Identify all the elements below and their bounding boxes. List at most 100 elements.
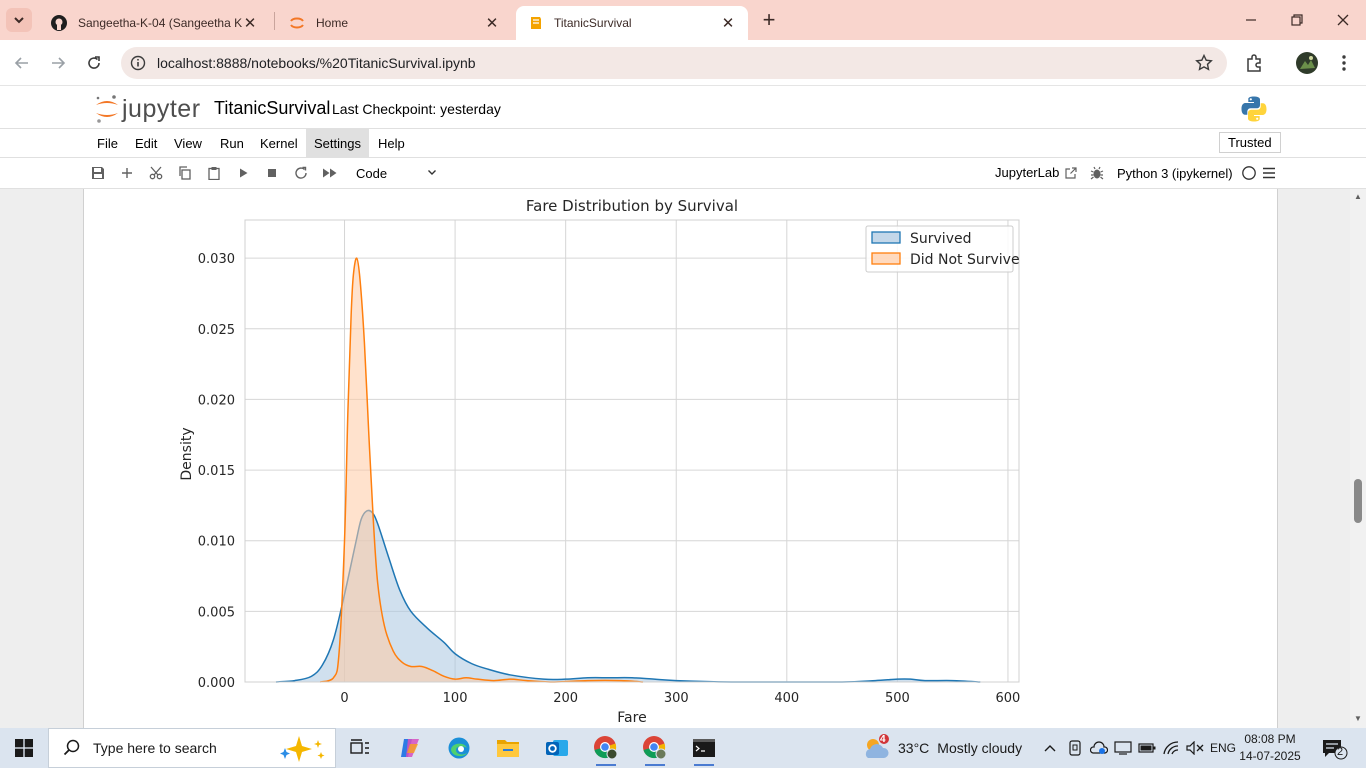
close-icon[interactable]: ✕ (242, 15, 258, 32)
paste-button[interactable] (205, 164, 223, 182)
taskbar-app-outlook[interactable] (537, 732, 577, 764)
plus-icon (122, 168, 132, 178)
menu-settings[interactable]: Settings (306, 129, 369, 157)
jupyter-icon (290, 17, 304, 29)
close-icon[interactable]: ✕ (484, 15, 500, 32)
chart-title: Fare Distribution by Survival (526, 197, 738, 215)
tray-display[interactable] (1112, 728, 1134, 768)
taskbar-clock[interactable]: 08:08 PM 14-07-2025 (1238, 731, 1302, 765)
run-button[interactable] (234, 164, 252, 182)
restore-icon (1291, 14, 1303, 26)
browser-menu-button[interactable] (1331, 50, 1357, 76)
scroll-thumb[interactable] (1354, 479, 1362, 523)
trusted-indicator[interactable]: Trusted (1219, 132, 1281, 153)
y-tick-label: 0.000 (198, 676, 235, 691)
y-tick-label: 0.020 (198, 393, 235, 408)
menu-edit[interactable]: Edit (127, 129, 165, 157)
legend-swatch-survived (871, 231, 901, 244)
chrome-icon (643, 736, 667, 760)
insert-cell-button[interactable] (118, 164, 136, 182)
extensions-button[interactable] (1241, 50, 1267, 76)
tray-battery[interactable] (1136, 728, 1158, 768)
cell-type-select[interactable]: Code (350, 162, 442, 184)
tab-separator (274, 12, 275, 30)
menu-view[interactable]: View (166, 129, 210, 157)
menu-file[interactable]: File (89, 129, 126, 157)
tray-network[interactable] (1160, 728, 1182, 768)
taskbar-app-copilot[interactable] (390, 732, 430, 764)
interrupt-button[interactable] (263, 164, 281, 182)
notebook-area: 0 100 200 300 400 500 600 0.000 0.005 0.010 0.015 0… (0, 189, 1366, 728)
close-icon[interactable]: ✕ (720, 15, 736, 32)
avatar-icon (1296, 52, 1318, 74)
cloudy-weather-icon (865, 734, 889, 758)
toolbar-menu-button[interactable] (1260, 164, 1278, 182)
restore-button[interactable] (1274, 0, 1320, 40)
taskbar-app-file-explorer[interactable] (488, 732, 528, 764)
search-placeholder: Type here to search (93, 740, 217, 756)
notebook-title[interactable]: TitanicSurvival (214, 98, 330, 119)
minimize-button[interactable] (1228, 0, 1274, 40)
info-icon[interactable] (129, 54, 147, 72)
scroll-up-icon[interactable]: ▲ (1354, 193, 1362, 201)
taskbar-app-chrome-profile-2[interactable] (635, 732, 675, 766)
task-view-button[interactable] (340, 732, 380, 764)
close-icon (1337, 14, 1349, 26)
back-button[interactable] (8, 49, 36, 77)
jupyter-logo-icon (96, 95, 118, 123)
forward-button[interactable] (44, 49, 72, 77)
jupyter-logo[interactable]: jupyter (94, 94, 201, 124)
new-tab-button[interactable]: + (758, 7, 780, 32)
show-hidden-icons-button[interactable] (1040, 728, 1060, 768)
taskbar-app-terminal[interactable] (684, 732, 724, 766)
browser-tab-github[interactable]: Sangeetha-K-04 (Sangeetha K) ✕ (38, 6, 270, 40)
menu-run[interactable]: Run (212, 129, 252, 157)
save-button[interactable] (89, 164, 107, 182)
hamburger-icon (1263, 167, 1275, 179)
y-tick-label: 0.030 (198, 252, 235, 267)
kernel-status[interactable]: Python 3 (ipykernel) (1117, 165, 1257, 181)
last-checkpoint: Last Checkpoint: yesterday (332, 101, 501, 117)
device-icon (1069, 740, 1081, 756)
menu-help[interactable]: Help (370, 129, 413, 157)
jupyterlab-label: JupyterLab (995, 165, 1060, 180)
page-scrollbar[interactable]: ▲ ▼ (1350, 189, 1366, 728)
tray-onedrive[interactable] (1088, 728, 1110, 768)
browser-tab-home[interactable]: Home ✕ (276, 6, 512, 40)
scroll-down-icon[interactable]: ▼ (1354, 715, 1362, 723)
reload-button[interactable] (80, 49, 108, 77)
restart-run-all-button[interactable] (321, 164, 339, 182)
x-tick-label: 600 (996, 691, 1021, 706)
profile-avatar[interactable] (1294, 50, 1320, 76)
x-tick-label: 200 (553, 691, 578, 706)
start-button[interactable] (0, 728, 48, 768)
folder-icon (497, 740, 519, 757)
minimize-icon (1246, 19, 1256, 21)
url-text: localhost:8888/notebooks/%20TitanicSurvi… (157, 55, 476, 71)
tab-search-button[interactable] (6, 8, 32, 32)
y-tick-label: 0.005 (198, 605, 235, 620)
clock-date: 14-07-2025 (1239, 749, 1301, 763)
cloud-info-icon (1090, 741, 1108, 754)
taskbar-app-edge[interactable] (439, 732, 479, 764)
bookmark-star-icon[interactable] (1195, 53, 1213, 77)
taskbar-search[interactable]: Type here to search (48, 728, 336, 768)
kernel-idle-circle-icon (1241, 166, 1256, 180)
battery-icon (1138, 743, 1156, 753)
tray-volume[interactable] (1184, 728, 1206, 768)
weather-widget[interactable]: 4 33°C Mostly cloudy (862, 728, 1022, 768)
cut-button[interactable] (147, 164, 165, 182)
taskbar-app-chrome[interactable] (586, 732, 626, 766)
restart-button[interactable] (292, 164, 310, 182)
url-bar[interactable]: localhost:8888/notebooks/%20TitanicSurvi… (121, 47, 1227, 79)
notification-center-button[interactable]: 2 (1322, 738, 1348, 765)
close-window-button[interactable] (1320, 0, 1366, 40)
menu-kernel[interactable]: Kernel (252, 129, 306, 157)
tray-language[interactable]: ENG (1208, 728, 1238, 768)
jupyterlab-link[interactable]: JupyterLab (995, 165, 1078, 180)
debugger-button[interactable] (1088, 164, 1106, 182)
y-tick-label: 0.025 (198, 323, 235, 338)
tray-meet-now[interactable] (1064, 728, 1086, 768)
copy-button[interactable] (176, 164, 194, 182)
browser-tab-titanic[interactable]: TitanicSurvival ✕ (516, 6, 748, 40)
